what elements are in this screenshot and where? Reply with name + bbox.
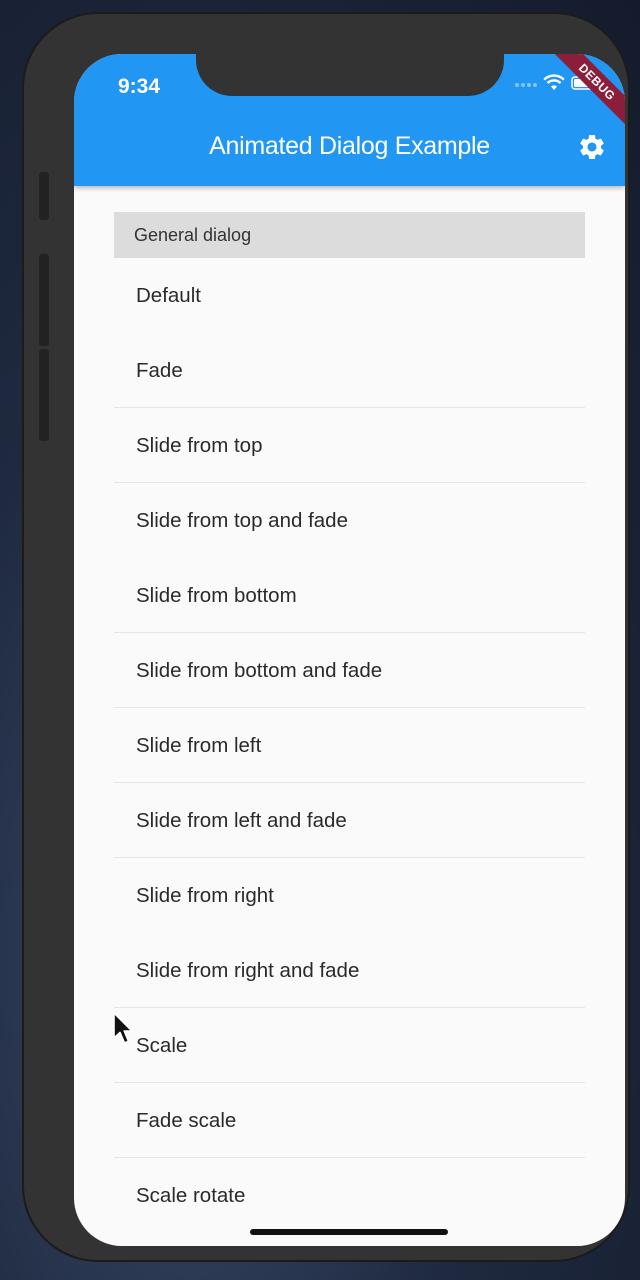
signal-icon [515, 83, 537, 87]
list-item-slide-from-bottom-and-fade[interactable]: Slide from bottom and fade [114, 633, 585, 708]
list-item-fade-scale[interactable]: Fade scale [114, 1083, 585, 1158]
volume-up-button [39, 254, 49, 346]
mute-switch [39, 172, 49, 220]
app-title: Animated Dialog Example [209, 132, 490, 160]
list-item-slide-from-left[interactable]: Slide from left [114, 708, 585, 783]
list-item-default[interactable]: Default [114, 258, 585, 333]
list-item-scale-rotate[interactable]: Scale rotate [114, 1158, 585, 1233]
list-item-slide-from-top[interactable]: Slide from top [114, 408, 585, 483]
volume-down-button [39, 349, 49, 441]
notch [196, 54, 504, 96]
list-item-slide-from-right-and-fade[interactable]: Slide from right and fade [114, 933, 585, 1008]
list-item-scale[interactable]: Scale [114, 1008, 585, 1083]
section-header: General dialog [114, 212, 585, 258]
list-item-fade[interactable]: Fade [114, 333, 585, 408]
status-time: 9:34 [118, 75, 161, 98]
screen: 9:34 Animated Dialog Example DEBUG Gener… [74, 54, 625, 1246]
gear-icon[interactable] [577, 132, 607, 162]
debug-banner: DEBUG [547, 54, 625, 132]
list-item-slide-from-top-and-fade[interactable]: Slide from top and fade [114, 483, 585, 558]
list-item-slide-from-left-and-fade[interactable]: Slide from left and fade [114, 783, 585, 858]
home-indicator[interactable] [250, 1229, 448, 1235]
list-item-slide-from-right[interactable]: Slide from right [114, 858, 585, 933]
phone-frame: 9:34 Animated Dialog Example DEBUG Gener… [24, 14, 628, 1260]
mouse-cursor-icon [113, 1012, 133, 1044]
list-item-slide-from-bottom[interactable]: Slide from bottom [114, 558, 585, 633]
wifi-icon [543, 74, 565, 90]
dialog-list: General dialog Default Fade Slide from t… [114, 212, 585, 1233]
